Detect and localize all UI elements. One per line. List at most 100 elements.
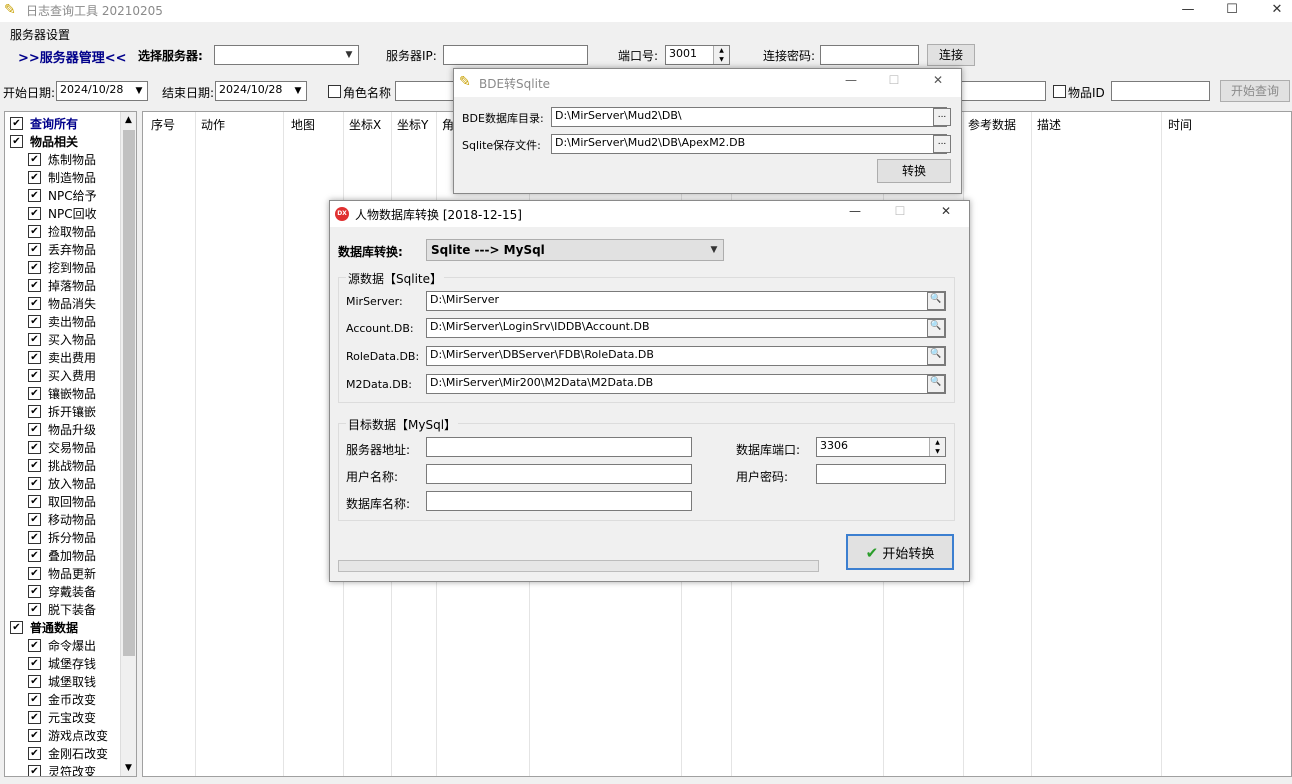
tree-item-checkbox[interactable]: ✔ [10, 620, 23, 634]
tree-item[interactable]: ✔ 移动物品 [28, 510, 96, 528]
tree-item-checkbox[interactable]: ✔ [28, 296, 41, 310]
tree-item-checkbox[interactable]: ✔ [28, 224, 41, 238]
tree-item[interactable]: ✔ 金刚石改变 [28, 744, 108, 762]
search-icon[interactable]: 🔍 [927, 347, 945, 365]
role-name-checkbox[interactable] [328, 85, 341, 98]
tree-item[interactable]: ✔ 物品更新 [28, 564, 96, 582]
tree-item[interactable]: ✔ 卖出物品 [28, 312, 96, 330]
tree-item[interactable]: ✔ 挖到物品 [28, 258, 96, 276]
tree-item-checkbox[interactable]: ✔ [28, 548, 41, 562]
tree-item-checkbox[interactable]: ✔ [28, 710, 41, 724]
tree-item[interactable]: ✔ 元宝改变 [28, 708, 96, 726]
col-header-x[interactable]: 坐标X [349, 116, 381, 133]
col-header-time[interactable]: 时间 [1168, 116, 1192, 133]
tree-item-checkbox[interactable]: ✔ [28, 152, 41, 166]
tree-item-checkbox[interactable]: ✔ [28, 656, 41, 670]
tree-item-checkbox[interactable]: ✔ [28, 440, 41, 454]
minimize-icon[interactable]: — [1165, 0, 1211, 22]
start-query-button[interactable]: 开始查询 [1220, 80, 1290, 102]
tree-item[interactable]: ✔ 物品相关 [10, 132, 78, 150]
tree-item-checkbox[interactable]: ✔ [28, 728, 41, 742]
server-ip-input[interactable] [443, 45, 588, 65]
tree-item-checkbox[interactable]: ✔ [28, 602, 41, 616]
tree-item-checkbox[interactable]: ✔ [28, 584, 41, 598]
tree-item[interactable]: ✔ 灵符改变 [28, 762, 96, 776]
tree-item[interactable]: ✔ 叠加物品 [28, 546, 96, 564]
tree-item-checkbox[interactable]: ✔ [28, 530, 41, 544]
connect-password-input[interactable] [820, 45, 919, 65]
bde-convert-button[interactable]: 转换 [877, 159, 951, 183]
tree-item[interactable]: ✔ NPC回收 [28, 204, 97, 222]
tree-item-checkbox[interactable]: ✔ [28, 278, 41, 292]
port-spinner-icon[interactable]: ▲ ▼ [713, 46, 729, 64]
minimize-icon[interactable]: — [841, 73, 861, 87]
end-date-picker[interactable]: 2024/10/28 ▼ [215, 81, 307, 101]
filter-input-hidden[interactable] [960, 81, 1046, 101]
maximize-icon[interactable]: ☐ [884, 73, 904, 87]
tree-item[interactable]: ✔ 放入物品 [28, 474, 96, 492]
tree-item-checkbox[interactable]: ✔ [28, 332, 41, 346]
tree-item-checkbox[interactable]: ✔ [28, 368, 41, 382]
convert-mode-combo[interactable]: Sqlite ---> MySql ▼ [426, 239, 724, 261]
db-name-input[interactable] [426, 491, 692, 511]
tree-item[interactable]: ✔ 丢弃物品 [28, 240, 96, 258]
tree-item[interactable]: ✔ 取回物品 [28, 492, 96, 510]
username-input[interactable] [426, 464, 692, 484]
tree-item-checkbox[interactable]: ✔ [28, 494, 41, 508]
tree-item-checkbox[interactable]: ✔ [28, 512, 41, 526]
start-date-picker[interactable]: 2024/10/28 ▼ [56, 81, 148, 101]
minimize-icon[interactable]: — [845, 204, 865, 218]
tree-item[interactable]: ✔ 捡取物品 [28, 222, 96, 240]
col-header-y[interactable]: 坐标Y [397, 116, 428, 133]
close-icon[interactable]: ✕ [928, 73, 948, 87]
tree-item[interactable]: ✔ 脱下装备 [28, 600, 96, 618]
tree-item[interactable]: ✔ 城堡取钱 [28, 672, 96, 690]
tree-item-checkbox[interactable]: ✔ [28, 692, 41, 706]
col-header-action[interactable]: 动作 [201, 116, 225, 133]
item-id-input[interactable] [1111, 81, 1210, 101]
tree-item-checkbox[interactable]: ✔ [28, 638, 41, 652]
col-header-reference[interactable]: 参考数据 [968, 116, 1016, 133]
tree-item[interactable]: ✔ 交易物品 [28, 438, 96, 456]
tree-item[interactable]: ✔ 穿戴装备 [28, 582, 96, 600]
tree-item[interactable]: ✔ 拆开镶嵌 [28, 402, 96, 420]
tree-item[interactable]: ✔ 金币改变 [28, 690, 96, 708]
tree-item[interactable]: ✔ 物品消失 [28, 294, 96, 312]
tree-item-checkbox[interactable]: ✔ [28, 314, 41, 328]
tree-item-checkbox[interactable]: ✔ [28, 206, 41, 220]
bde-dir-input[interactable]: D:\MirServer\Mud2\DB\ [551, 107, 947, 127]
server-management-link[interactable]: >>服务器管理<< [18, 47, 127, 66]
tree-item-checkbox[interactable]: ✔ [28, 242, 41, 256]
select-server-combo[interactable]: ▼ [214, 45, 359, 65]
tree-scrollbar[interactable]: ▲ ▼ [120, 112, 136, 776]
tree-item-checkbox[interactable]: ✔ [28, 566, 41, 580]
scroll-down-icon[interactable]: ▼ [121, 760, 136, 776]
log-type-tree[interactable]: ✔ 查询所有 ✔ 物品相关 ✔ 炼制物品 ✔ 制造物品 ✔ NPC给予 ✔ NPC回收 ✔ 捡取物品 ✔ 丢弃… [4, 111, 137, 777]
db-port-input[interactable]: 3306 ▲ ▼ [816, 437, 946, 457]
m2data-db-input[interactable]: D:\MirServer\Mir200\M2Data\M2Data.DB [426, 374, 946, 394]
db-port-spinner-icon[interactable]: ▲ ▼ [929, 438, 945, 456]
scrollbar-thumb[interactable] [123, 130, 135, 656]
tree-item[interactable]: ✔ 城堡存钱 [28, 654, 96, 672]
tree-item-checkbox[interactable]: ✔ [28, 476, 41, 490]
port-input[interactable]: 3001 ▲ ▼ [665, 45, 730, 65]
search-icon[interactable]: 🔍 [927, 292, 945, 310]
tree-item[interactable]: ✔ 镶嵌物品 [28, 384, 96, 402]
user-password-input[interactable] [816, 464, 946, 484]
tree-item[interactable]: ✔ 拆分物品 [28, 528, 96, 546]
item-id-checkbox[interactable] [1053, 85, 1066, 98]
browse-ellipsis-icon[interactable]: ... [933, 135, 951, 153]
tree-item[interactable]: ✔ 掉落物品 [28, 276, 96, 294]
tree-item-checkbox[interactable]: ✔ [28, 404, 41, 418]
tree-item-checkbox[interactable]: ✔ [28, 350, 41, 364]
tree-item-checkbox[interactable]: ✔ [28, 746, 41, 760]
close-icon[interactable]: ✕ [936, 204, 956, 218]
tree-item[interactable]: ✔ 炼制物品 [28, 150, 96, 168]
tree-item[interactable]: ✔ 普通数据 [10, 618, 78, 636]
col-header-index[interactable]: 序号 [151, 116, 175, 133]
tree-item[interactable]: ✔ 卖出费用 [28, 348, 96, 366]
tree-item-checkbox[interactable]: ✔ [28, 170, 41, 184]
tree-item[interactable]: ✔ 查询所有 [10, 114, 78, 132]
tree-item-checkbox[interactable]: ✔ [10, 134, 23, 148]
tree-item-checkbox[interactable]: ✔ [28, 260, 41, 274]
